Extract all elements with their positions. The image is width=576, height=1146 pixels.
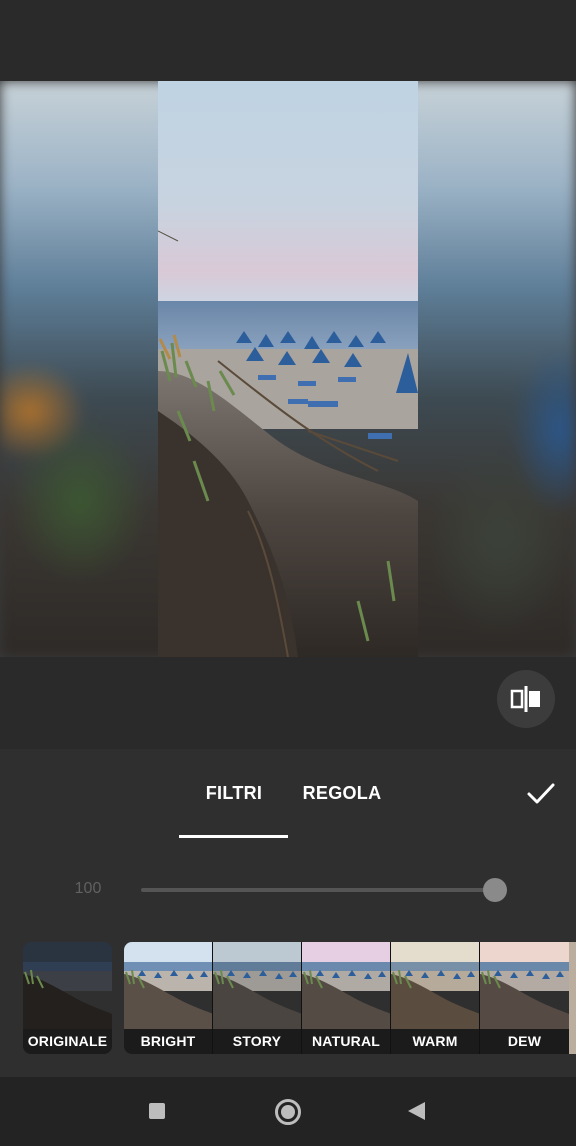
filter-preview-image bbox=[391, 942, 479, 1029]
filter-preview-image bbox=[480, 942, 569, 1029]
filter-thumb-natural[interactable]: NATURAL bbox=[302, 942, 391, 1054]
edit-panel: FILTRI REGOLA 100 ORIGINALE BRIGHT STORY NA… bbox=[0, 749, 576, 1077]
filter-label: STORY bbox=[213, 1029, 301, 1054]
filter-label: ORIGINALE bbox=[23, 1029, 112, 1054]
photo-preview bbox=[0, 81, 576, 657]
filter-label: NATURAL bbox=[302, 1029, 390, 1054]
preview-toolbar bbox=[0, 657, 576, 749]
square-icon[interactable] bbox=[149, 1103, 165, 1119]
compare-split-icon bbox=[510, 686, 540, 712]
confirm-button[interactable] bbox=[523, 779, 559, 809]
filter-label: DEW bbox=[480, 1029, 569, 1054]
tab-filtri[interactable]: FILTRI bbox=[180, 783, 288, 804]
filter-preview-image bbox=[302, 942, 390, 1029]
filter-thumb-dew[interactable]: DEW bbox=[480, 942, 569, 1054]
slider-thumb[interactable] bbox=[483, 878, 507, 902]
system-nav-bar bbox=[0, 1077, 576, 1146]
filter-label: WARM bbox=[391, 1029, 479, 1054]
filter-preview-image bbox=[23, 942, 112, 1029]
top-bar bbox=[0, 0, 576, 81]
filter-thumb-bright[interactable]: BRIGHT bbox=[124, 942, 213, 1054]
filter-thumb-originale[interactable]: ORIGINALE bbox=[23, 942, 112, 1054]
active-tab-indicator bbox=[179, 835, 288, 838]
compare-button[interactable] bbox=[497, 670, 555, 728]
triangle-back-icon[interactable] bbox=[408, 1102, 425, 1120]
photo-image bbox=[158, 81, 418, 657]
filter-preview-image bbox=[124, 942, 212, 1029]
checkmark-icon bbox=[527, 783, 555, 804]
filter-strength-value: 100 bbox=[74, 880, 102, 897]
filter-thumb-partial[interactable] bbox=[569, 942, 576, 1054]
filter-thumb-story[interactable]: STORY bbox=[213, 942, 302, 1054]
filter-preview-image bbox=[213, 942, 301, 1029]
filter-label: BRIGHT bbox=[124, 1029, 212, 1054]
filter-strength-slider[interactable] bbox=[141, 888, 495, 892]
filter-strip: ORIGINALE BRIGHT STORY NATURAL WARM DEW bbox=[0, 942, 576, 1054]
circle-icon[interactable] bbox=[275, 1099, 301, 1125]
tab-regola[interactable]: REGOLA bbox=[300, 783, 384, 804]
filter-thumb-warm[interactable]: WARM bbox=[391, 942, 480, 1054]
